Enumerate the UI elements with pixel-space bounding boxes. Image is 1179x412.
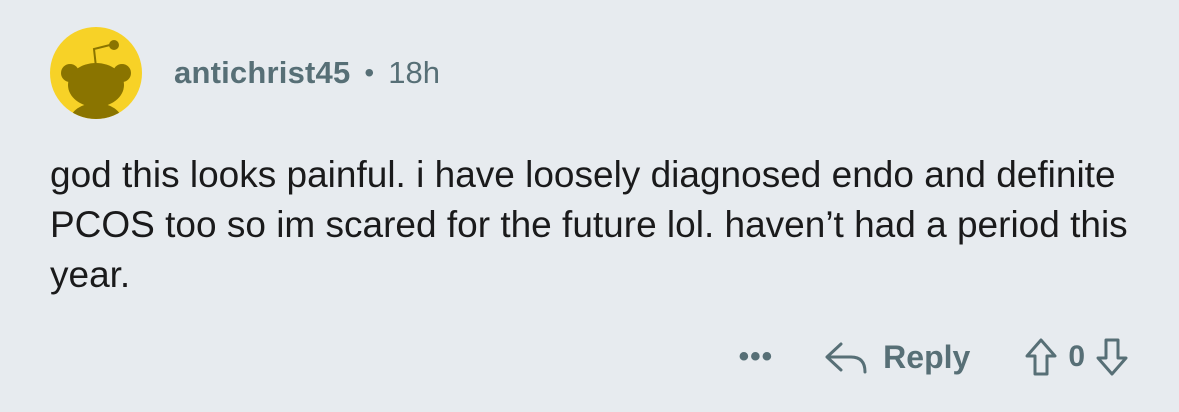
- downvote-arrow-icon[interactable]: [1095, 337, 1129, 377]
- reply-label: Reply: [883, 338, 971, 375]
- more-options-button[interactable]: •••: [739, 342, 774, 372]
- vote-controls: 0: [1024, 337, 1129, 377]
- comment-body: god this looks painful. i have loosely d…: [50, 154, 1128, 295]
- comment-header: antichrist45 • 18h: [50, 26, 440, 120]
- avatar[interactable]: [50, 27, 142, 119]
- upvote-arrow-icon[interactable]: [1024, 337, 1058, 377]
- snoo-avatar-icon: [61, 40, 131, 119]
- reply-button[interactable]: Reply: [823, 338, 970, 376]
- comment-meta: antichrist45 • 18h: [174, 55, 440, 91]
- comment-card: antichrist45 • 18h god this looks painfu…: [0, 0, 1179, 412]
- vote-score: 0: [1068, 340, 1085, 373]
- reply-arrow-icon: [823, 338, 869, 376]
- meta-separator: •: [364, 57, 375, 88]
- username[interactable]: antichrist45: [174, 55, 350, 91]
- timestamp: 18h: [388, 55, 440, 90]
- comment-actions: ••• Reply 0: [739, 332, 1129, 382]
